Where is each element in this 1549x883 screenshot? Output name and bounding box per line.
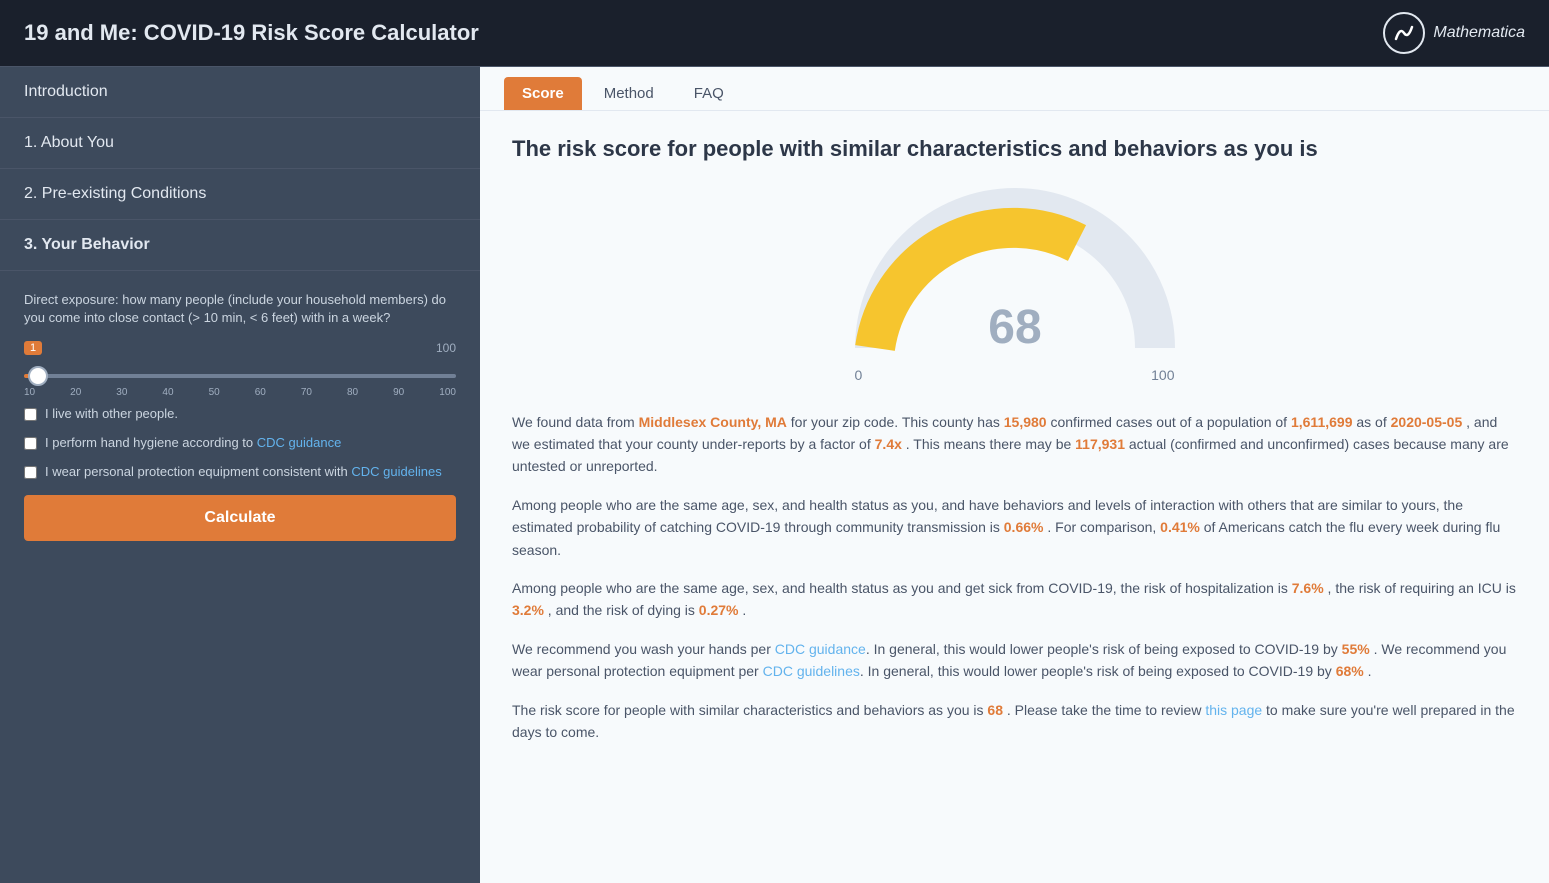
gauge-container: 68 0 100 — [512, 188, 1517, 383]
calculate-button[interactable]: Calculate — [24, 495, 456, 541]
gauge-min-label: 0 — [855, 367, 863, 383]
hand-hygiene-checkbox[interactable] — [24, 437, 37, 450]
covid-probability: 0.66% — [1004, 519, 1044, 535]
actual-cases: 117,931 — [1075, 436, 1125, 452]
slider-wrapper: 10 20 30 40 50 60 70 80 90 100 — [24, 365, 456, 398]
data-date: 2020-05-05 — [1391, 414, 1463, 430]
live-with-others-label: I live with other people. — [45, 406, 178, 421]
hospitalization-risk: 7.6% — [1292, 580, 1324, 596]
paragraph-county-data: We found data from Middlesex County, MA … — [512, 411, 1517, 478]
cdc-guidelines-link-text[interactable]: CDC guidelines — [763, 663, 860, 679]
tab-faq[interactable]: FAQ — [676, 77, 742, 110]
paragraph-probability: Among people who are the same age, sex, … — [512, 494, 1517, 561]
paragraph-summary: The risk score for people with similar c… — [512, 699, 1517, 744]
gauge-labels: 0 100 — [855, 367, 1175, 383]
confirmed-cases: 15,980 — [1004, 414, 1047, 430]
cdc-guidelines-link[interactable]: CDC guidelines — [351, 464, 441, 479]
gauge-max-label: 100 — [1151, 367, 1174, 383]
county-name: Middlesex County, MA — [639, 414, 787, 430]
paragraph-recommendations: We recommend you wash your hands per CDC… — [512, 638, 1517, 683]
svg-text:68: 68 — [988, 301, 1041, 354]
cdc-guidance-link-text[interactable]: CDC guidance — [775, 641, 866, 657]
left-panel: Introduction 1. About You 2. Pre-existin… — [0, 67, 480, 883]
paragraph-risk: Among people who are the same age, sex, … — [512, 577, 1517, 622]
ppe-reduction: 68% — [1336, 663, 1364, 679]
tab-method[interactable]: Method — [586, 77, 672, 110]
flu-probability: 0.41% — [1160, 519, 1200, 535]
sidebar-item-conditions[interactable]: 2. Pre-existing Conditions — [0, 169, 480, 220]
right-panel: Score Method FAQ The risk score for peop… — [480, 67, 1549, 883]
ppe-label: I wear personal protection equipment con… — [45, 464, 442, 479]
icu-risk: 3.2% — [512, 602, 544, 618]
this-page-link[interactable]: this page — [1205, 702, 1262, 718]
question-label: Direct exposure: how many people (includ… — [24, 291, 456, 327]
main-heading: The risk score for people with similar c… — [512, 135, 1517, 164]
content-area: The risk score for people with similar c… — [480, 111, 1549, 783]
tab-score[interactable]: Score — [504, 77, 582, 110]
form-section: Direct exposure: how many people (includ… — [0, 271, 480, 561]
main-layout: Introduction 1. About You 2. Pre-existin… — [0, 67, 1549, 883]
checkbox-hand-hygiene: I perform hand hygiene according to CDC … — [24, 435, 456, 450]
header: 19 and Me: COVID-19 Risk Score Calculato… — [0, 0, 1549, 67]
slider-value-label: 1 100 — [24, 341, 456, 355]
sidebar-item-intro[interactable]: Introduction — [0, 67, 480, 118]
checkbox-live-with-others: I live with other people. — [24, 406, 456, 421]
hand-hygiene-label: I perform hand hygiene according to CDC … — [45, 435, 341, 450]
page-title: 19 and Me: COVID-19 Risk Score Calculato… — [24, 20, 479, 46]
gauge-svg: 68 — [855, 188, 1175, 363]
final-score: 68 — [987, 702, 1003, 718]
population: 1,611,699 — [1291, 414, 1353, 430]
slider-badge: 1 — [24, 341, 42, 355]
exposure-slider[interactable] — [24, 374, 456, 378]
cdc-guidance-link[interactable]: CDC guidance — [257, 435, 342, 450]
live-with-others-checkbox[interactable] — [24, 408, 37, 421]
sidebar-item-behavior[interactable]: 3. Your Behavior — [0, 220, 480, 271]
slider-container: 1 100 10 20 30 40 50 60 70 80 90 — [24, 341, 456, 398]
slider-ticks: 10 20 30 40 50 60 70 80 90 100 — [24, 387, 456, 398]
logo-text: Mathematica — [1433, 24, 1525, 42]
handwash-reduction: 55% — [1342, 641, 1370, 657]
logo-area: Mathematica — [1383, 12, 1525, 54]
sidebar-item-about[interactable]: 1. About You — [0, 118, 480, 169]
checkbox-ppe: I wear personal protection equipment con… — [24, 464, 456, 479]
ppe-checkbox[interactable] — [24, 466, 37, 479]
tab-bar: Score Method FAQ — [480, 67, 1549, 111]
underreport-factor: 7.4x — [875, 436, 902, 452]
slider-max-label: 100 — [436, 341, 456, 355]
death-risk: 0.27% — [699, 602, 739, 618]
logo-icon — [1383, 12, 1425, 54]
